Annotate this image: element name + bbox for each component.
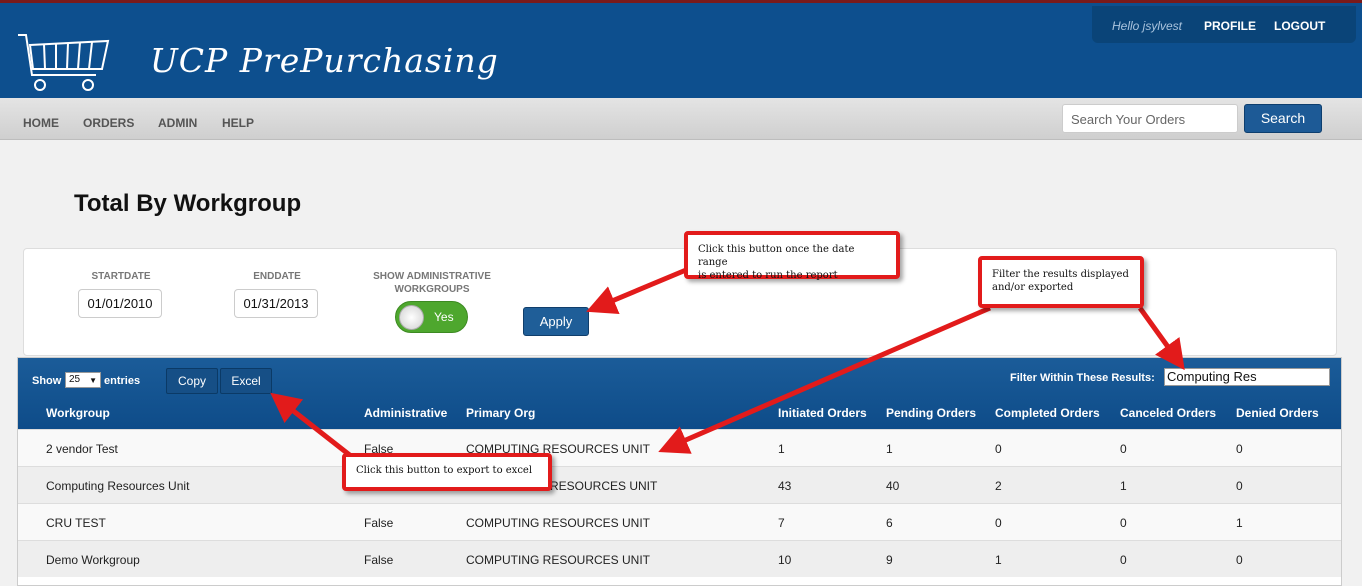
excel-callout: Click this button to export to excel (342, 453, 552, 491)
cell-canceled: 0 (1120, 442, 1127, 456)
col-header-pending[interactable]: Pending Orders (886, 406, 976, 420)
startdate-field[interactable]: 01/01/2010 (78, 289, 162, 318)
page-title: Total By Workgroup (74, 190, 302, 217)
search-button[interactable]: Search (1244, 104, 1322, 133)
filter-callout-line1: Filter the results displayed (992, 269, 1129, 280)
startdate-label: STARTDATE (91, 271, 151, 282)
results-table: Show 25 ▼ entries Copy Excel Filter With… (17, 357, 1342, 586)
entries-label: entries (104, 375, 141, 387)
show-admin-toggle[interactable]: Yes (395, 301, 468, 333)
cell-completed: 2 (995, 479, 1002, 493)
cell-workgroup: 2 vendor Test (46, 442, 118, 456)
table-toolbar: Show 25 ▼ entries Copy Excel Filter With… (18, 358, 1341, 429)
cell-initiated: 7 (778, 516, 785, 530)
cell-completed: 0 (995, 516, 1002, 530)
nav-home[interactable]: HOME (23, 116, 59, 130)
cell-pending: 40 (886, 479, 900, 493)
enddate-field[interactable]: 01/31/2013 (234, 289, 318, 318)
cell-completed: 1 (995, 553, 1002, 567)
app-header: UCP PrePurchasing Hello jsylvest PROFILE… (0, 0, 1362, 98)
cell-pending: 1 (886, 442, 893, 456)
apply-button[interactable]: Apply (523, 307, 589, 336)
cell-denied: 0 (1236, 479, 1243, 493)
cell-workgroup: Computing Resources Unit (46, 479, 190, 493)
logout-link[interactable]: LOGOUT (1274, 19, 1325, 33)
cell-canceled: 0 (1120, 553, 1127, 567)
col-header-initiated[interactable]: Initiated Orders (778, 406, 867, 420)
filter-callout: Filter the results displayed and/or expo… (978, 256, 1144, 308)
col-header-canceled[interactable]: Canceled Orders (1120, 406, 1216, 420)
cell-pending: 9 (886, 553, 893, 567)
col-header-workgroup[interactable]: Workgroup (46, 406, 110, 420)
cell-canceled: 1 (1120, 479, 1127, 493)
profile-link[interactable]: PROFILE (1204, 19, 1256, 33)
excel-callout-text: Click this button to export to excel (356, 465, 533, 476)
apply-callout-line1: Click this button once the date range (698, 244, 855, 268)
apply-callout-line2: is entered to run the report (698, 270, 838, 281)
table-row[interactable]: CRU TEST False COMPUTING RESOURCES UNIT … (18, 503, 1341, 540)
nav-orders[interactable]: ORDERS (83, 116, 134, 130)
cell-denied: 1 (1236, 516, 1243, 530)
user-menu: Hello jsylvest PROFILE LOGOUT (1092, 6, 1356, 43)
entries-value: 25 (69, 374, 81, 385)
cell-initiated: 10 (778, 553, 792, 567)
col-header-primary-org[interactable]: Primary Org (466, 406, 535, 420)
show-label: Show (32, 375, 62, 387)
app-title[interactable]: UCP PrePurchasing (150, 41, 499, 80)
cell-pending: 6 (886, 516, 893, 530)
cell-primary-org: COMPUTING RESOURCES UNIT (466, 553, 651, 567)
apply-callout: Click this button once the date range is… (684, 231, 900, 281)
toggle-knob-icon (399, 305, 424, 330)
excel-button[interactable]: Excel (220, 368, 272, 394)
filter-input[interactable]: Computing Res (1164, 368, 1330, 386)
cell-workgroup: CRU TEST (46, 516, 106, 530)
cell-initiated: 1 (778, 442, 785, 456)
show-admin-label-line1: SHOW ADMINISTRATIVE (373, 271, 491, 282)
cell-canceled: 0 (1120, 516, 1127, 530)
cell-denied: 0 (1236, 442, 1243, 456)
cell-primary-org: RESOURCES UNIT (550, 479, 658, 493)
col-header-administrative[interactable]: Administrative (364, 406, 447, 420)
show-admin-label-line2: WORKGROUPS (394, 284, 470, 295)
nav-admin[interactable]: ADMIN (158, 116, 197, 130)
cell-administrative: False (364, 516, 394, 530)
cell-initiated: 43 (778, 479, 792, 493)
cell-completed: 0 (995, 442, 1002, 456)
shopping-cart-logo-icon (18, 34, 110, 91)
copy-button[interactable]: Copy (166, 368, 218, 394)
filter-label: Filter Within These Results: (1010, 372, 1155, 384)
cell-workgroup: Demo Workgroup (46, 553, 140, 567)
cell-denied: 0 (1236, 553, 1243, 567)
user-greeting: Hello jsylvest (1112, 19, 1183, 33)
table-row[interactable]: Computing Resources Unit RESOURCES UNIT … (18, 466, 1341, 503)
enddate-label: ENDDATE (253, 271, 301, 282)
chevron-down-icon: ▼ (89, 376, 97, 385)
entries-select[interactable]: 25 ▼ (65, 372, 101, 388)
col-header-completed[interactable]: Completed Orders (995, 406, 1100, 420)
search-input[interactable]: Search Your Orders (1062, 104, 1238, 133)
toggle-label: Yes (434, 310, 454, 324)
nav-help[interactable]: HELP (222, 116, 254, 130)
filter-callout-line2: and/or exported (992, 282, 1074, 293)
col-header-denied[interactable]: Denied Orders (1236, 406, 1319, 420)
cell-primary-org: COMPUTING RESOURCES UNIT (466, 516, 651, 530)
main-nav: HOME ORDERS ADMIN HELP Search Your Order… (0, 98, 1362, 140)
table-row[interactable]: Demo Workgroup False COMPUTING RESOURCES… (18, 540, 1341, 577)
cell-administrative: False (364, 553, 394, 567)
table-row[interactable]: 2 vendor Test False COMPUTING RESOURCES … (18, 429, 1341, 466)
